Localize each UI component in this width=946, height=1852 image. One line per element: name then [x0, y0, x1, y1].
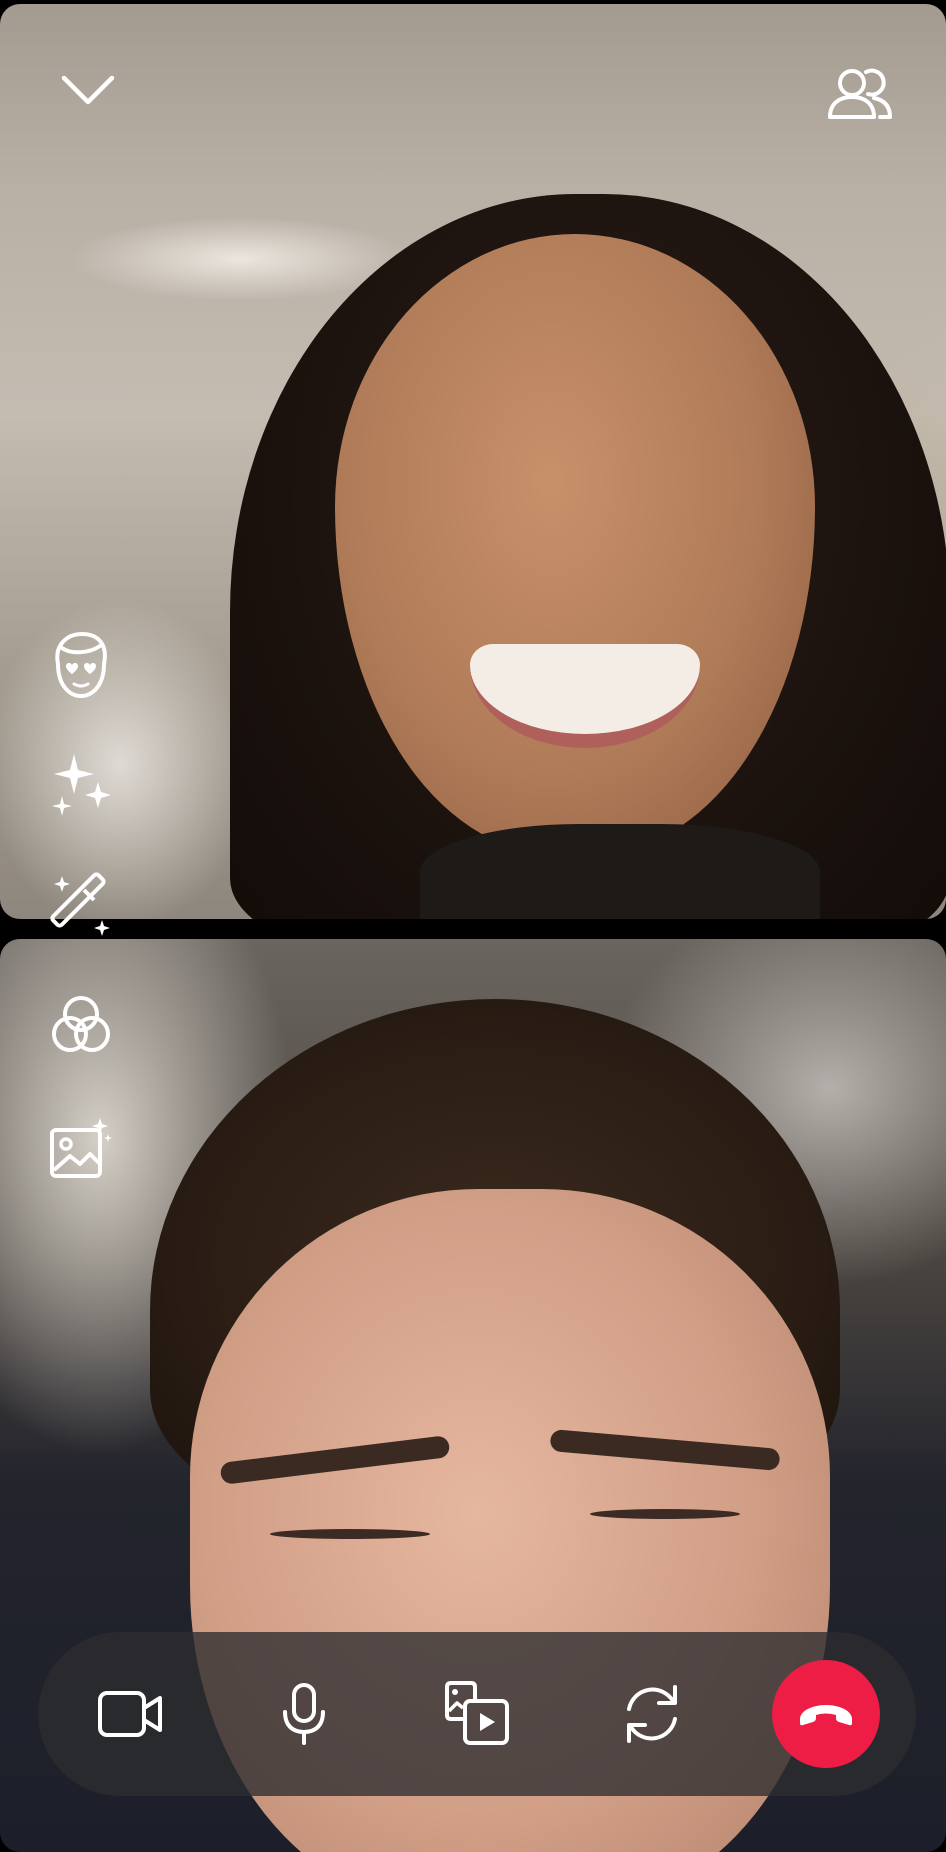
- right-eye: [590, 1509, 740, 1519]
- avatar-effect-button[interactable]: [46, 630, 116, 700]
- share-media-icon: [445, 1681, 509, 1745]
- sparkles-effect-button[interactable]: [46, 750, 116, 820]
- chevron-down-icon: [61, 75, 115, 105]
- flip-camera-button[interactable]: [602, 1664, 702, 1764]
- participant-face: [335, 234, 815, 854]
- end-call-icon: [800, 1705, 852, 1726]
- magic-wand-icon: [50, 872, 110, 936]
- toggle-camera-button[interactable]: [80, 1664, 180, 1764]
- share-media-button[interactable]: [428, 1664, 528, 1764]
- filters-button[interactable]: [46, 990, 116, 1060]
- avatar-face-icon: [55, 631, 107, 699]
- touch-up-button[interactable]: [46, 870, 116, 940]
- participant-shirt: [420, 824, 820, 919]
- video-camera-icon: [98, 1691, 162, 1737]
- remote-participant-video[interactable]: [0, 4, 946, 919]
- minimize-call-button[interactable]: [52, 60, 124, 120]
- microphone-icon: [283, 1683, 325, 1745]
- sparkles-icon: [52, 754, 111, 816]
- participants-icon: [828, 68, 892, 119]
- toggle-microphone-button[interactable]: [254, 1664, 354, 1764]
- background-image-icon: [50, 1118, 112, 1178]
- participants-button[interactable]: [820, 58, 900, 128]
- call-controls-bar: [38, 1632, 916, 1796]
- flip-camera-icon: [627, 1685, 677, 1743]
- end-call-button[interactable]: [772, 1660, 880, 1768]
- background-button[interactable]: [46, 1114, 116, 1184]
- filter-circles-icon: [52, 996, 110, 1052]
- left-eye: [270, 1529, 430, 1539]
